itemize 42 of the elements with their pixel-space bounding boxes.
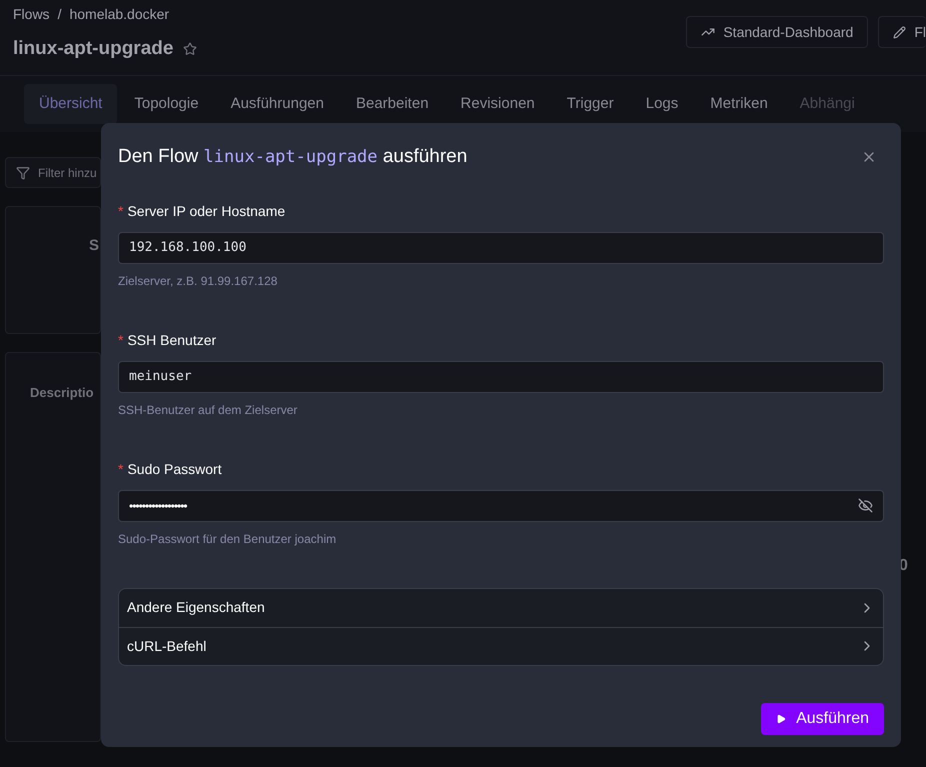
required-asterisk: * <box>118 330 124 350</box>
field-value: meinuser <box>129 368 192 386</box>
tab[interactable]: Topologie <box>119 84 214 124</box>
breadcrumb-separator: / <box>58 5 62 24</box>
field-label: SSH Benutzer <box>127 330 216 350</box>
card-label: S <box>88 236 100 256</box>
dialog-title: Den Flow linux-apt-upgrade ausführen <box>118 145 468 169</box>
tab[interactable]: Bearbeiten <box>340 84 444 124</box>
tab[interactable]: Ausführungen <box>216 84 339 124</box>
input-field[interactable]: meinuser <box>118 360 884 392</box>
pencil-icon <box>893 26 906 38</box>
tab[interactable]: Metriken <box>695 84 783 124</box>
breadcrumb-link[interactable]: Flows <box>13 4 50 25</box>
header-button[interactable]: Standard-Dashboard <box>686 16 868 48</box>
required-asterisk: * <box>118 460 124 478</box>
field-value: •••••••••••••••••• <box>129 498 187 514</box>
field-label: Sudo Passwort <box>127 460 222 478</box>
tab[interactable]: Logs <box>630 84 694 124</box>
eye-off-icon[interactable] <box>858 498 873 513</box>
filter-icon <box>16 166 30 180</box>
breadcrumb-link[interactable]: homelab.docker <box>69 4 170 25</box>
filter-placeholder: Filter hinzu <box>38 164 97 182</box>
accordion-item[interactable]: Andere Eigenschaften <box>119 588 883 626</box>
run-button[interactable]: Ausführen <box>761 702 884 734</box>
field-label: Server IP oder Hostname <box>127 202 286 220</box>
input-field[interactable]: 192.168.100.100 <box>118 232 884 264</box>
input-field[interactable]: •••••••••••••••••• <box>118 490 884 522</box>
filter-field[interactable]: Filter hinzu <box>5 157 101 188</box>
page-title: linux-apt-upgrade <box>13 37 174 61</box>
tab[interactable]: Übersicht <box>24 84 118 124</box>
star-icon[interactable] <box>183 42 198 56</box>
field-value: 192.168.100.100 <box>129 238 246 257</box>
field-hint: Sudo-Passwort für den Benutzer joachim <box>118 530 338 548</box>
play-icon <box>776 714 786 724</box>
header-button[interactable]: Fl <box>878 16 926 48</box>
field-hint: Zielserver, z.B. 91.99.167.128 <box>118 272 278 290</box>
tab[interactable]: Trigger <box>552 84 629 124</box>
required-asterisk: * <box>118 202 124 220</box>
tab[interactable]: Revisionen <box>446 84 550 124</box>
field-hint: SSH-Benutzer auf dem Zielserver <box>118 402 298 418</box>
accordion-item[interactable]: cURL-Befehl <box>119 626 883 664</box>
card-heading: Descriptio <box>30 385 94 400</box>
